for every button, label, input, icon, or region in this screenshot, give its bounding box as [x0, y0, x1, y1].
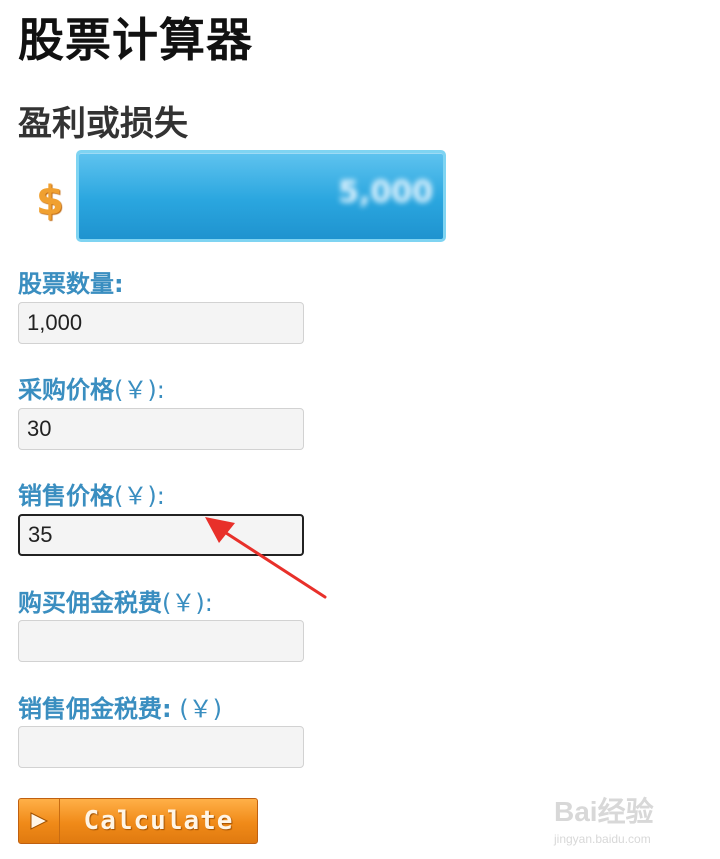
calculate-button-label: Calculate — [83, 806, 234, 836]
dollar-icon: $ — [36, 178, 64, 224]
result-heading: 盈利或损失 — [18, 104, 188, 144]
calculate-button[interactable]: Calculate — [18, 798, 258, 844]
sell-commission-label-text: 销售佣金税费: — [18, 695, 172, 723]
sell-commission-label-unit: (￥) — [171, 695, 222, 723]
purchase-price-label-text: 采购价格 — [18, 376, 114, 404]
sell-price-label: 销售价格(￥): — [18, 476, 165, 511]
sell-commission-input[interactable] — [18, 726, 304, 768]
sell-price-label-unit: (￥): — [114, 482, 165, 510]
shares-label: 股票数量: — [18, 264, 124, 299]
buy-commission-label-text: 购买佣金税费 — [18, 589, 162, 617]
buy-commission-input[interactable] — [18, 620, 304, 662]
watermark: Bai经验 jingyan.baidu.com — [554, 790, 654, 846]
purchase-price-input[interactable] — [18, 408, 304, 450]
buy-commission-label: 购买佣金税费(￥): — [18, 583, 213, 618]
purchase-price-label-unit: (￥): — [114, 376, 165, 404]
annotation-arrow-icon — [205, 517, 327, 599]
shares-label-text: 股票数量: — [18, 270, 124, 298]
sell-commission-label: 销售佣金税费: (￥) — [18, 689, 222, 724]
watermark-main: Bai经验 — [554, 796, 654, 827]
result-display: 5,000 — [76, 150, 446, 242]
watermark-sub: jingyan.baidu.com — [554, 832, 651, 846]
result-value: 5,000 — [338, 175, 433, 210]
play-arrow-icon — [19, 799, 60, 843]
shares-input[interactable] — [18, 302, 304, 344]
purchase-price-label: 采购价格(￥): — [18, 370, 165, 405]
sell-price-label-text: 销售价格 — [18, 482, 114, 510]
page-title: 股票计算器 — [18, 13, 253, 67]
